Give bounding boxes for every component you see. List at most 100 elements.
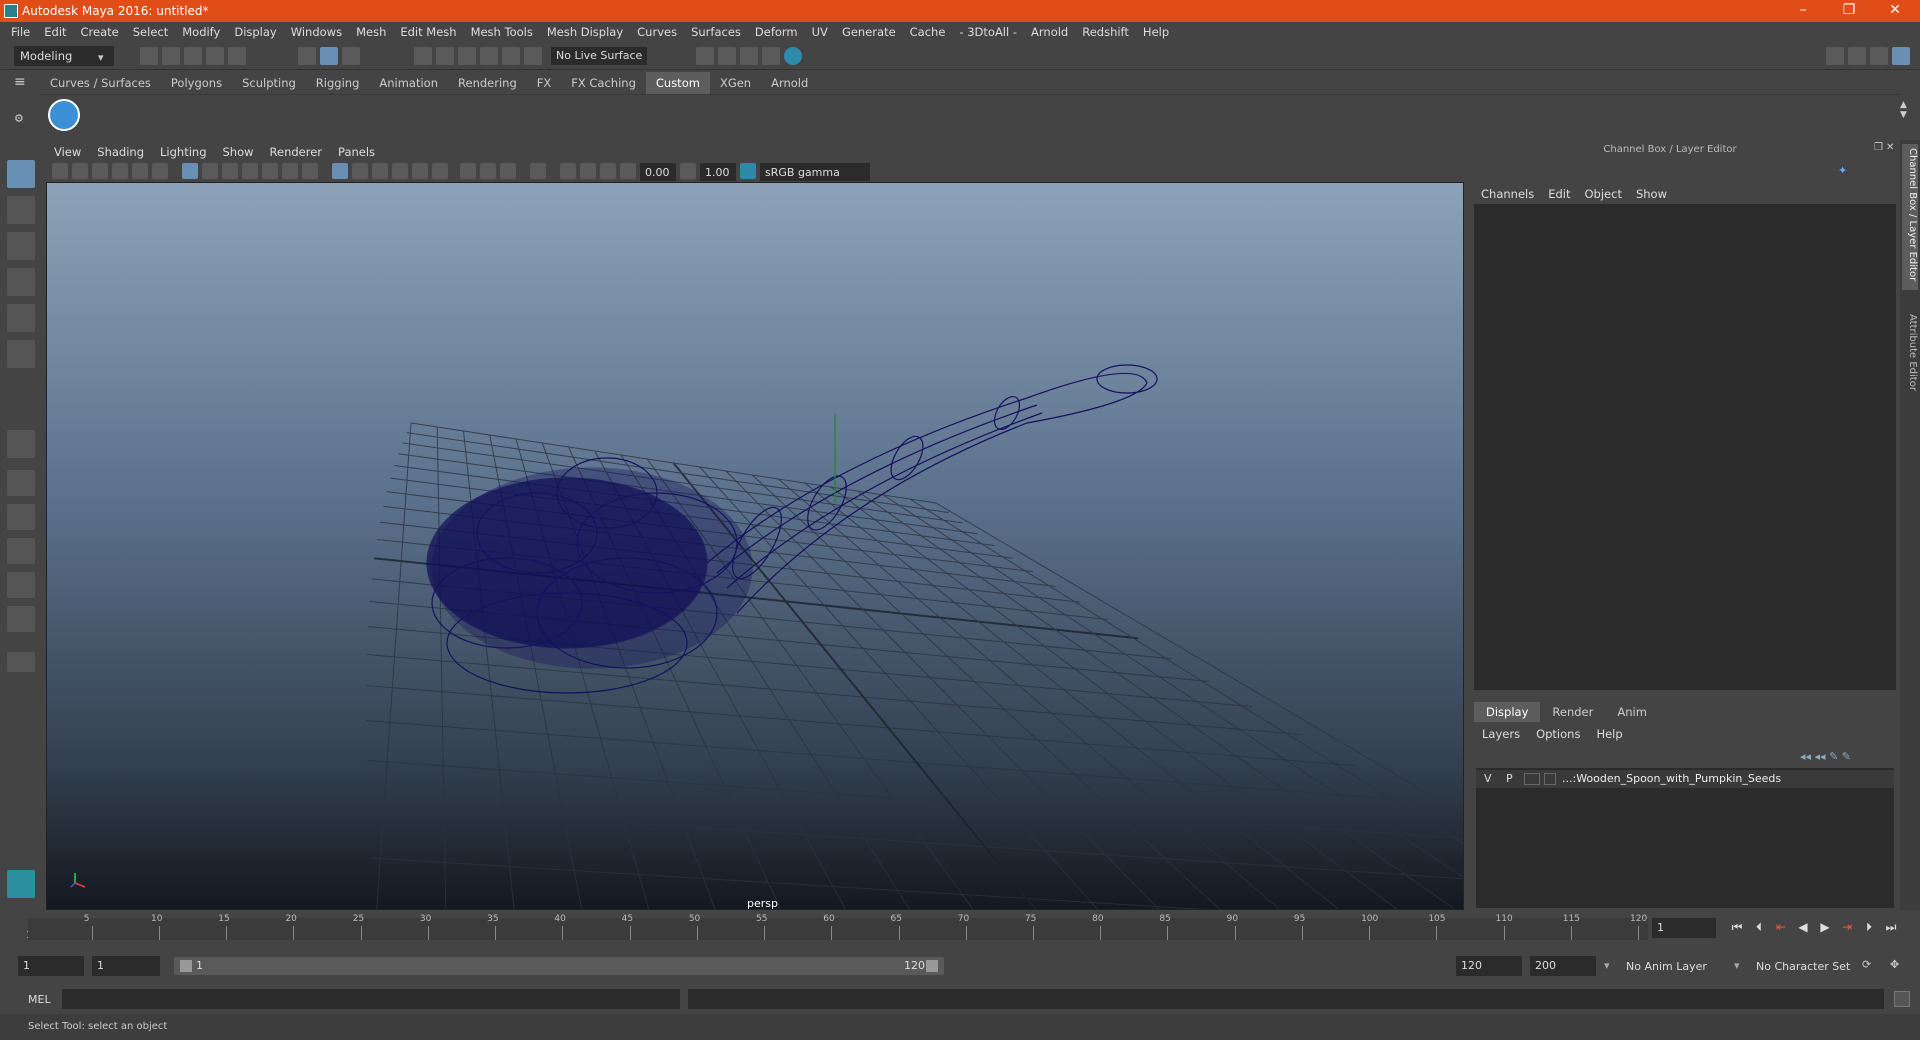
layer-tab-render[interactable]: Render bbox=[1540, 702, 1605, 722]
layer-action-icons[interactable]: ◂◂ ◂◂ ✎ ✎ bbox=[1800, 750, 1890, 764]
anim-layer-dropdown[interactable]: No Anim Layer bbox=[1626, 960, 1707, 973]
menu-deform[interactable]: Deform bbox=[755, 22, 798, 42]
snap-magnet-icon[interactable] bbox=[524, 47, 542, 65]
menu-curves[interactable]: Curves bbox=[637, 22, 677, 42]
bookmark-icon[interactable] bbox=[92, 163, 108, 179]
menu-arnold[interactable]: Arnold bbox=[1031, 22, 1068, 42]
panel-menu-panels[interactable]: Panels bbox=[338, 142, 375, 162]
menu-mesh[interactable]: Mesh bbox=[356, 22, 386, 42]
wireframe-on-shaded-icon[interactable] bbox=[372, 163, 388, 179]
shelf-tab-arnold[interactable]: Arnold bbox=[761, 72, 818, 94]
menu-redshift[interactable]: Redshift bbox=[1082, 22, 1129, 42]
hypershade-icon[interactable] bbox=[784, 47, 802, 65]
animation-end-field[interactable]: 200 bbox=[1530, 956, 1596, 976]
snap-view-plane-icon[interactable] bbox=[480, 47, 498, 65]
menu-mesh-tools[interactable]: Mesh Tools bbox=[471, 22, 533, 42]
xray-icon[interactable] bbox=[560, 163, 576, 179]
panel-menu-shading[interactable]: Shading bbox=[97, 142, 144, 162]
menu-file[interactable]: File bbox=[11, 22, 30, 42]
auto-key-icon[interactable]: ⟳ bbox=[1862, 958, 1878, 974]
gate-mask-icon[interactable] bbox=[242, 163, 258, 179]
step-forward-key-icon[interactable]: ⇥ bbox=[1840, 920, 1854, 934]
current-frame-field[interactable]: 1 bbox=[1652, 918, 1716, 938]
range-end-handle[interactable] bbox=[926, 960, 938, 972]
redo-icon[interactable] bbox=[228, 47, 246, 65]
panel-menu-view[interactable]: View bbox=[54, 142, 81, 162]
character-set-dropdown[interactable]: No Character Set bbox=[1756, 960, 1850, 973]
render-frame-icon[interactable] bbox=[718, 47, 736, 65]
image-plane-icon[interactable] bbox=[112, 163, 128, 179]
command-input[interactable] bbox=[62, 989, 680, 1009]
close-panel-icon[interactable]: ✕ bbox=[1886, 142, 1898, 154]
layer-tab-display[interactable]: Display bbox=[1474, 702, 1541, 722]
go-to-end-icon[interactable]: ⏭ bbox=[1884, 920, 1898, 934]
layer-tab-anim[interactable]: Anim bbox=[1605, 702, 1659, 722]
animation-start-field[interactable]: 1 bbox=[18, 956, 84, 976]
playback-start-field[interactable]: 1 bbox=[92, 956, 160, 976]
shelf-menu-icon[interactable]: ≡ bbox=[14, 74, 34, 92]
menu-uv[interactable]: UV bbox=[812, 22, 828, 42]
live-surface-field[interactable]: No Live Surface bbox=[551, 47, 647, 65]
camera-select-icon[interactable] bbox=[52, 163, 68, 179]
playback-end-field[interactable]: 120 bbox=[1456, 956, 1522, 976]
shelf-tab-sculpting[interactable]: Sculpting bbox=[232, 72, 306, 94]
menu-create[interactable]: Create bbox=[81, 22, 119, 42]
single-perspective-layout-icon[interactable] bbox=[7, 430, 35, 458]
anti-aliasing-icon[interactable] bbox=[500, 163, 516, 179]
shelf-custom-tool-icon[interactable] bbox=[48, 99, 80, 131]
panel-menu-lighting[interactable]: Lighting bbox=[160, 142, 206, 162]
step-forward-frame-icon[interactable]: ⏵ bbox=[1862, 920, 1876, 934]
panel-menu-renderer[interactable]: Renderer bbox=[270, 142, 323, 162]
shadows-icon[interactable] bbox=[432, 163, 448, 179]
menu-edit-mesh[interactable]: Edit Mesh bbox=[400, 22, 456, 42]
menu-3dtoall[interactable]: - 3DtoAll - bbox=[959, 22, 1017, 42]
ipr-render-icon[interactable] bbox=[740, 47, 758, 65]
shelf-tab-rigging[interactable]: Rigging bbox=[306, 72, 370, 94]
menu-windows[interactable]: Windows bbox=[291, 22, 342, 42]
perspective-viewport[interactable]: persp bbox=[46, 182, 1464, 910]
render-settings-icon[interactable] bbox=[696, 47, 714, 65]
toggle-channel-box-icon[interactable] bbox=[1848, 47, 1866, 65]
snap-curve-icon[interactable] bbox=[436, 47, 454, 65]
select-by-component-icon[interactable] bbox=[342, 47, 360, 65]
save-scene-icon[interactable] bbox=[184, 47, 202, 65]
field-chart-icon[interactable] bbox=[262, 163, 278, 179]
menu-mesh-display[interactable]: Mesh Display bbox=[547, 22, 623, 42]
snap-live-icon[interactable] bbox=[502, 47, 520, 65]
safe-title-icon[interactable] bbox=[302, 163, 318, 179]
menu-generate[interactable]: Generate bbox=[842, 22, 896, 42]
undo-icon[interactable] bbox=[206, 47, 224, 65]
layer-playback-toggle[interactable]: P bbox=[1506, 772, 1513, 785]
panel-menu-show[interactable]: Show bbox=[223, 142, 254, 162]
ambient-occlusion-icon[interactable] bbox=[460, 163, 476, 179]
restore-button[interactable]: ❐ bbox=[1826, 0, 1872, 22]
play-forwards-icon[interactable]: ▶ bbox=[1818, 920, 1832, 934]
camera-attributes-icon[interactable] bbox=[72, 163, 88, 179]
select-by-object-icon[interactable] bbox=[320, 47, 338, 65]
workspace-icon[interactable] bbox=[1826, 47, 1844, 65]
shelf-settings-gear-icon[interactable]: ⚙ bbox=[14, 112, 28, 126]
close-button[interactable]: ✕ bbox=[1872, 0, 1918, 22]
menu-select[interactable]: Select bbox=[133, 22, 168, 42]
axis-display-icon[interactable]: ✦ bbox=[1838, 164, 1850, 177]
shelf-tab-xgen[interactable]: XGen bbox=[710, 72, 761, 94]
menu-surfaces[interactable]: Surfaces bbox=[691, 22, 741, 42]
film-gate-icon[interactable] bbox=[202, 163, 218, 179]
step-back-frame-icon[interactable]: ⏴ bbox=[1752, 920, 1766, 934]
time-ruler[interactable]: 5 10 15 20 25 30 35 40 45 50 55 60 65 70 75 80 85 90 95 100… bbox=[28, 914, 1648, 940]
channel-menu-channels[interactable]: Channels bbox=[1481, 184, 1534, 204]
toggle-tool-settings-icon[interactable] bbox=[1892, 47, 1910, 65]
shelf-tab-fx[interactable]: FX bbox=[527, 72, 562, 94]
layer-menu-layers[interactable]: Layers bbox=[1482, 724, 1520, 744]
four-view-layout-icon[interactable] bbox=[7, 470, 35, 496]
motion-blur-icon[interactable] bbox=[480, 163, 496, 179]
2d-pan-zoom-icon[interactable] bbox=[132, 163, 148, 179]
layer-color-swatch[interactable] bbox=[1544, 773, 1556, 785]
shelf-tab-polygons[interactable]: Polygons bbox=[161, 72, 232, 94]
shelf-tab-custom[interactable]: Custom bbox=[645, 72, 710, 94]
select-tool-icon[interactable] bbox=[7, 160, 35, 188]
play-backwards-icon[interactable]: ◀ bbox=[1796, 920, 1810, 934]
persp-graph-layout-icon[interactable] bbox=[7, 538, 35, 564]
toggle-attribute-editor-icon[interactable] bbox=[1870, 47, 1888, 65]
lights-icon[interactable] bbox=[412, 163, 428, 179]
